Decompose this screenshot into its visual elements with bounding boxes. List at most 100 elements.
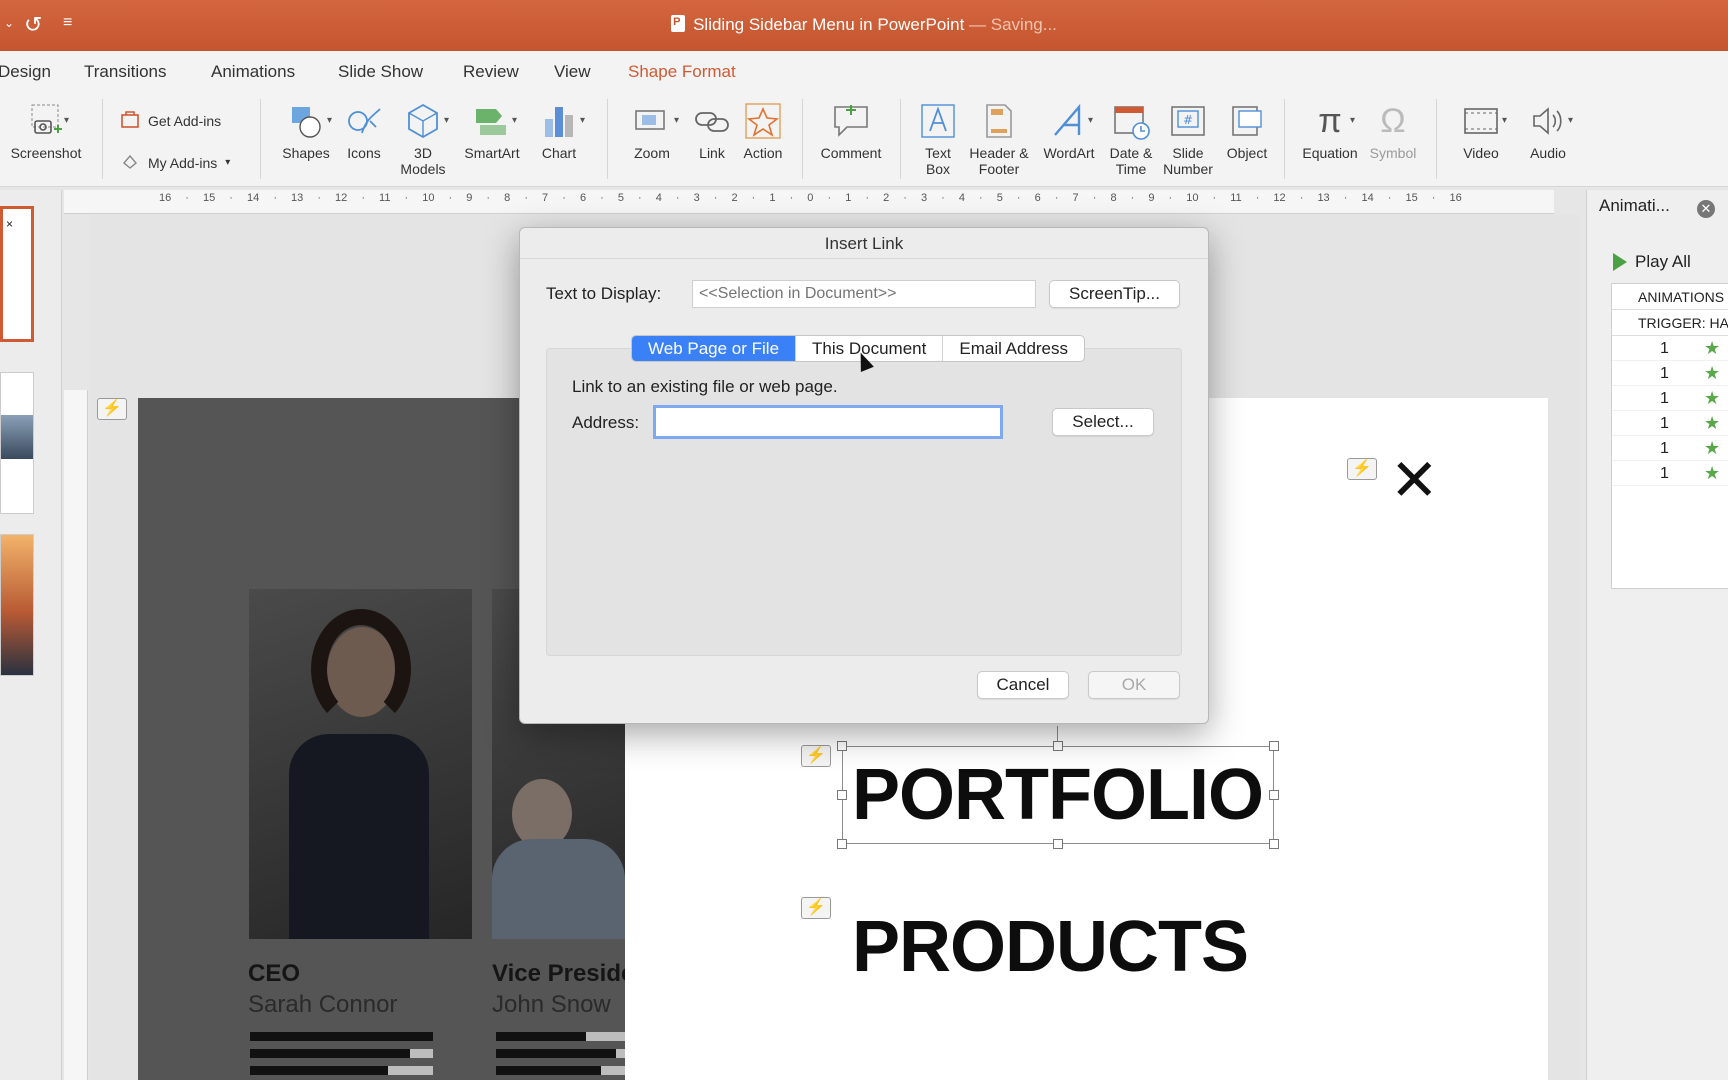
ribbon: Screenshot ▾ Get Add-ins My Add-ins ▾ Sh…	[0, 91, 1728, 187]
zoom-button[interactable]: Zoom	[622, 101, 682, 161]
wordart-icon	[1049, 101, 1089, 141]
chevron-down-icon[interactable]: ▾	[327, 115, 332, 126]
slide-thumbnails-pane: ×	[0, 190, 62, 1080]
screenshot-button[interactable]: Screenshot	[6, 101, 86, 161]
address-input[interactable]	[653, 405, 1003, 439]
3d-models-button[interactable]: 3D Models	[398, 101, 448, 177]
icons-icon	[344, 101, 384, 141]
chevron-down-icon[interactable]: ▾	[1502, 115, 1507, 126]
thumbnail-image	[1, 415, 33, 459]
resize-handle[interactable]	[837, 790, 847, 800]
get-addins-button[interactable]: Get Add-ins	[120, 109, 221, 132]
resize-handle[interactable]	[1053, 741, 1063, 751]
text-to-display-input[interactable]	[692, 280, 1036, 308]
animation-trigger-icon[interactable]: ⚡	[801, 745, 831, 767]
chevron-down-icon[interactable]: ▾	[1350, 115, 1355, 126]
slide-number-button[interactable]: # Slide Number	[1160, 101, 1216, 177]
icons-button[interactable]: Icons	[344, 101, 384, 161]
tab-view[interactable]: View	[554, 62, 591, 82]
resize-handle[interactable]	[1269, 790, 1279, 800]
resize-handle[interactable]	[837, 741, 847, 751]
tab-transitions[interactable]: Transitions	[84, 62, 167, 82]
tab-slide-show[interactable]: Slide Show	[338, 62, 423, 82]
animation-row[interactable]: 1 ★	[1612, 386, 1728, 411]
ribbon-divider	[260, 99, 261, 179]
resize-handle[interactable]	[1269, 839, 1279, 849]
tab-web-page-or-file[interactable]: Web Page or File	[632, 336, 797, 361]
tab-animations[interactable]: Animations	[211, 62, 295, 82]
close-icon[interactable]: ✕	[1697, 200, 1715, 218]
comment-button[interactable]: Comment	[816, 101, 886, 161]
animation-row[interactable]: 1 ★	[1612, 436, 1728, 461]
document-title: Sliding Sidebar Menu in PowerPoint	[693, 15, 965, 34]
equation-button[interactable]: π Equation	[1298, 101, 1362, 161]
speaker-icon	[1528, 101, 1568, 141]
omega-icon: Ω	[1380, 102, 1406, 140]
get-addins-label: Get Add-ins	[148, 112, 222, 129]
video-label: Video	[1463, 145, 1499, 161]
play-all-button[interactable]: Play All	[1613, 252, 1691, 272]
slide-number-icon: #	[1168, 101, 1208, 141]
smartart-button[interactable]: SmartArt	[459, 101, 525, 161]
chevron-down-icon[interactable]: ▾	[580, 115, 585, 126]
animation-row[interactable]: 1 ★	[1612, 336, 1728, 361]
animation-row[interactable]: 1 ★	[1612, 461, 1728, 486]
tab-design[interactable]: Design	[0, 62, 51, 82]
header-footer-label-1: Header &	[969, 145, 1029, 161]
3d-models-label-1: 3D	[414, 145, 432, 161]
resize-handle[interactable]	[837, 839, 847, 849]
title-bar: ⌄ ↺ ≡ Sliding Sidebar Menu in PowerPoint…	[0, 0, 1728, 51]
resize-handle[interactable]	[1269, 741, 1279, 751]
chart-button[interactable]: Chart	[535, 101, 583, 161]
animation-trigger-icon[interactable]: ⚡	[801, 897, 831, 919]
portfolio-text[interactable]: PORTFOLIO	[852, 754, 1264, 836]
slide-thumbnail[interactable]	[0, 372, 34, 514]
wordart-button[interactable]: WordArt	[1038, 101, 1100, 161]
chevron-down-icon[interactable]: ▾	[1088, 115, 1093, 126]
my-addins-button[interactable]: My Add-ins ▾	[120, 151, 230, 174]
close-icon[interactable]: ✕	[1390, 452, 1439, 510]
slide-thumbnail[interactable]	[0, 534, 34, 676]
ok-button[interactable]: OK	[1088, 671, 1180, 699]
chevron-down-icon[interactable]: ▾	[64, 115, 69, 126]
animation-row[interactable]: 1 ★	[1612, 361, 1728, 386]
chevron-down-icon[interactable]: ▾	[1568, 115, 1573, 126]
shapes-button[interactable]: Shapes	[276, 101, 336, 161]
audio-button[interactable]: Audio	[1520, 101, 1576, 161]
chevron-down-icon[interactable]: ▾	[512, 115, 517, 126]
ribbon-divider	[607, 99, 608, 179]
header-footer-button[interactable]: Header & Footer	[964, 101, 1034, 177]
dialog-title: Insert Link	[824, 234, 904, 253]
products-text[interactable]: PRODUCTS	[852, 906, 1249, 988]
symbol-button[interactable]: Ω Symbol	[1366, 101, 1420, 161]
ribbon-divider	[1284, 99, 1285, 179]
action-button[interactable]: Action	[737, 101, 789, 161]
insert-link-dialog: Insert Link Text to Display: ScreenTip..…	[519, 227, 1209, 724]
slide-number-label-2: Number	[1163, 161, 1213, 177]
tab-review[interactable]: Review	[463, 62, 519, 82]
animation-trigger-icon[interactable]: ⚡	[97, 398, 127, 420]
animation-list-header: ANIMATIONS	[1612, 284, 1728, 310]
cancel-button[interactable]: Cancel	[977, 671, 1069, 699]
skill-bar	[496, 1066, 601, 1075]
slide-thumbnail[interactable]: ×	[0, 206, 34, 342]
zoom-icon	[632, 101, 672, 141]
object-button[interactable]: Object	[1222, 101, 1272, 161]
screentip-button[interactable]: ScreenTip...	[1049, 280, 1180, 308]
chevron-down-icon[interactable]: ▾	[674, 115, 679, 126]
link-button[interactable]: Link	[690, 101, 734, 161]
text-box-button[interactable]: Text Box	[914, 101, 962, 177]
date-time-button[interactable]: Date & Time	[1104, 101, 1158, 177]
shapes-label: Shapes	[282, 145, 330, 161]
resize-handle[interactable]	[1053, 839, 1063, 849]
select-button[interactable]: Select...	[1052, 408, 1154, 436]
chevron-down-icon[interactable]: ▾	[444, 115, 449, 126]
tab-shape-format[interactable]: Shape Format	[628, 62, 736, 82]
slide-number-label-1: Slide	[1172, 145, 1204, 161]
animation-row[interactable]: 1 ★	[1612, 411, 1728, 436]
animation-trigger-icon[interactable]: ⚡	[1347, 458, 1377, 480]
tab-email-address[interactable]: Email Address	[943, 336, 1084, 361]
video-button[interactable]: Video	[1452, 101, 1510, 161]
wordart-label: WordArt	[1043, 145, 1095, 161]
trigger-header[interactable]: TRIGGER: HA	[1612, 310, 1728, 336]
